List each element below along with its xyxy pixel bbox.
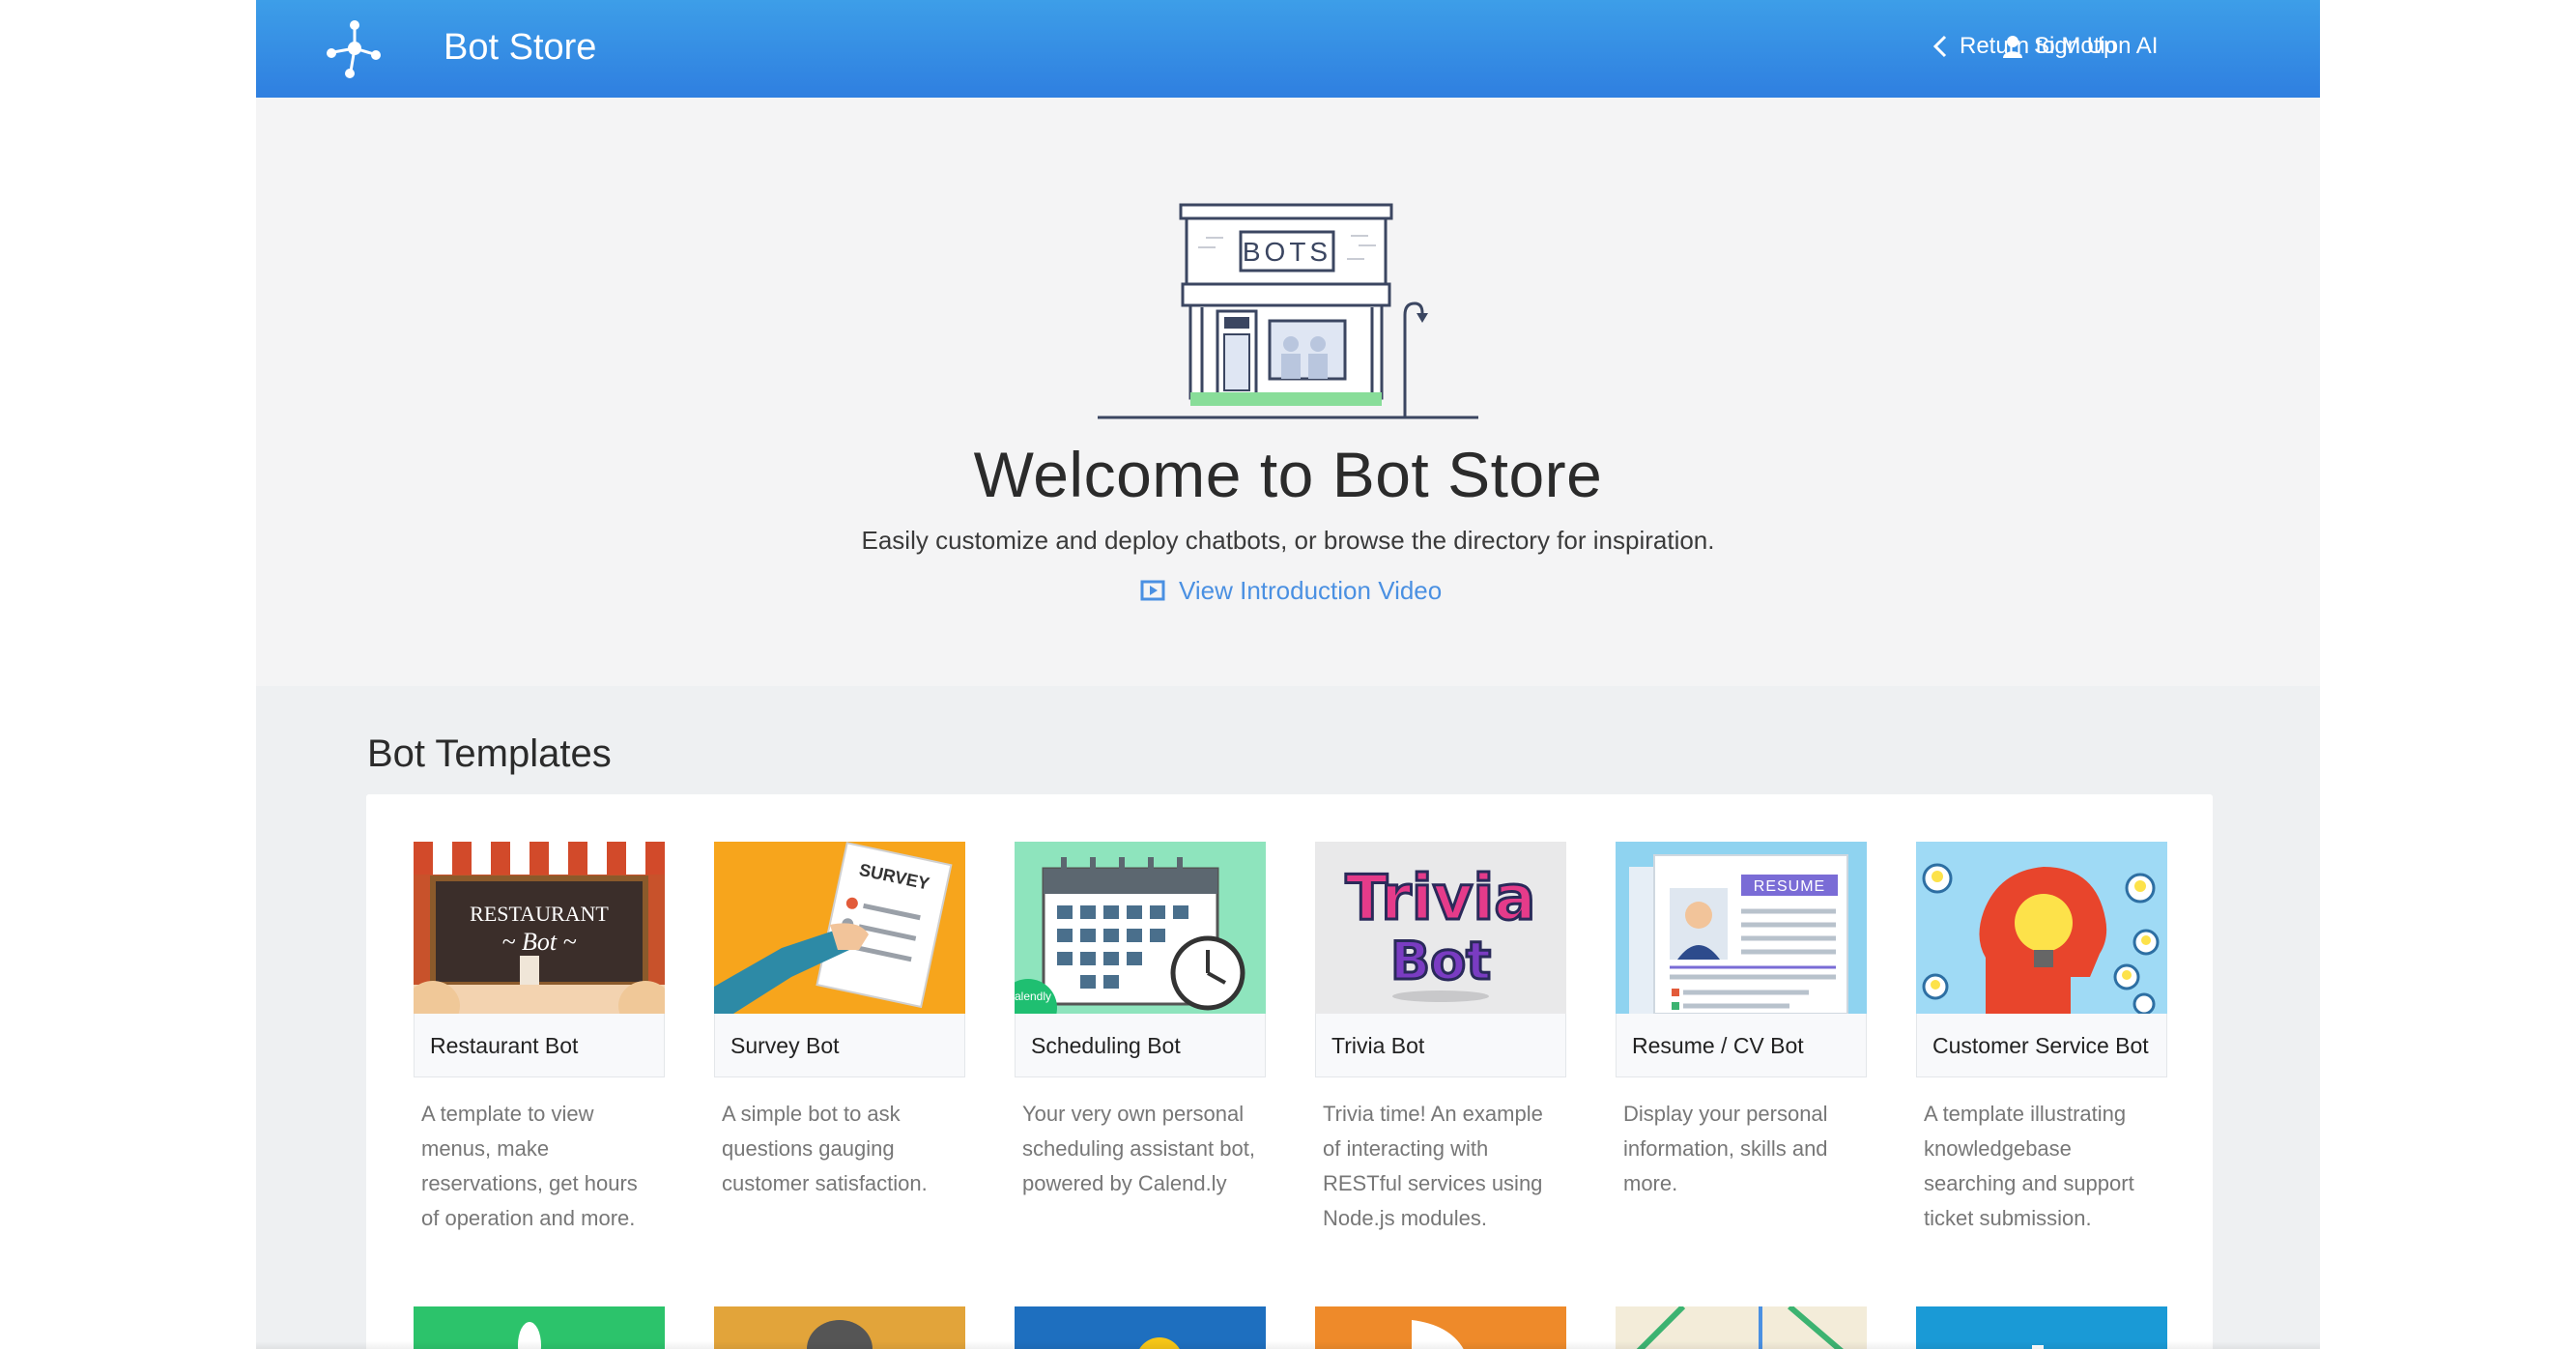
sign-up-link[interactable]: Sign Up bbox=[2003, 29, 2116, 64]
network-logo-icon[interactable] bbox=[322, 15, 387, 81]
trivia-bot-thumbnail[interactable]: Trivia Bot bbox=[1315, 842, 1566, 1014]
template-card-scheduling-bot[interactable]: calendly Scheduling Bot Your very own pe… bbox=[1015, 842, 1266, 1201]
survey-bot-title[interactable]: Survey Bot bbox=[714, 1014, 965, 1077]
bot-templates-panel: RESTAURANT ~ Bot ~ Restaurant Bot A temp… bbox=[366, 794, 2213, 1349]
trivia-art-line1: Trivia bbox=[1346, 863, 1536, 934]
customer-service-bot-art bbox=[1916, 842, 2167, 1014]
resume-bot-title[interactable]: Resume / CV Bot bbox=[1616, 1014, 1867, 1077]
storefront-illustration: BOTS bbox=[1098, 203, 1478, 419]
scheduling-bot-thumbnail[interactable]: calendly bbox=[1015, 842, 1266, 1014]
scheduling-bot-art: calendly bbox=[1015, 842, 1266, 1014]
intro-video-label: View Introduction Video bbox=[1179, 576, 1443, 605]
resume-bot-description: Display your personal information, skill… bbox=[1623, 1102, 1828, 1195]
restaurant-bot-description: A template to view menus, make reservati… bbox=[421, 1102, 638, 1230]
calendly-badge-text: calendly bbox=[1015, 990, 1051, 1003]
bot-templates-heading: Bot Templates bbox=[367, 732, 612, 775]
restaurant-art-line2: ~ Bot ~ bbox=[501, 928, 576, 956]
trivia-bot-title[interactable]: Trivia Bot bbox=[1315, 1014, 1566, 1077]
template-card-survey-bot[interactable]: SURVEY Survey Bot A simple bot to ask qu… bbox=[714, 842, 965, 1201]
resume-bot-thumbnail[interactable]: RESUME bbox=[1616, 842, 1867, 1014]
view-intro-video-link[interactable]: View Introduction Video bbox=[1140, 573, 1442, 608]
survey-bot-art: SURVEY bbox=[714, 842, 965, 1014]
store-sign-text: BOTS bbox=[1243, 237, 1331, 267]
scheduling-bot-title[interactable]: Scheduling Bot bbox=[1015, 1014, 1266, 1077]
bottom-shadow bbox=[256, 1341, 2320, 1349]
resume-bot-art: RESUME bbox=[1616, 842, 1867, 1014]
restaurant-bot-title[interactable]: Restaurant Bot bbox=[414, 1014, 665, 1077]
hero-section: BOTS Welcome to Bot Store Easily customi… bbox=[256, 98, 2320, 686]
template-card-trivia-bot[interactable]: Trivia Bot Trivia Bot Trivia time! An ex… bbox=[1315, 842, 1566, 1236]
survey-bot-description: A simple bot to ask questions gauging cu… bbox=[722, 1102, 928, 1195]
brand-title[interactable]: Bot Store bbox=[444, 23, 596, 72]
restaurant-art-line1: RESTAURANT bbox=[470, 902, 609, 926]
bot-store-app: Bot Store Return to Motion AI Sign Up BO… bbox=[256, 0, 2320, 1349]
trivia-art-line2: Bot bbox=[1390, 931, 1491, 991]
survey-bot-thumbnail[interactable]: SURVEY bbox=[714, 842, 965, 1014]
resume-art-label: RESUME bbox=[1754, 878, 1825, 895]
hero-title: Welcome to Bot Store bbox=[973, 439, 1603, 510]
sign-up-label: Sign Up bbox=[2034, 33, 2117, 59]
restaurant-bot-thumbnail[interactable]: RESTAURANT ~ Bot ~ bbox=[414, 842, 665, 1014]
user-icon bbox=[2003, 36, 2022, 58]
restaurant-bot-art: RESTAURANT ~ Bot ~ bbox=[414, 842, 665, 1014]
customer-service-bot-description: A template illustrating knowledgebase se… bbox=[1924, 1102, 2134, 1230]
template-card-customer-service-bot[interactable]: Customer Service Bot A template illustra… bbox=[1916, 842, 2167, 1236]
template-card-resume-cv-bot[interactable]: RESUME Resume / CV Bot Display your pers… bbox=[1616, 842, 1867, 1201]
chevron-left-icon bbox=[1932, 35, 1947, 58]
customer-service-bot-thumbnail[interactable] bbox=[1916, 842, 2167, 1014]
hero-subtitle: Easily customize and deploy chatbots, or… bbox=[861, 526, 1715, 555]
play-video-icon bbox=[1140, 580, 1165, 601]
customer-service-bot-title[interactable]: Customer Service Bot bbox=[1916, 1014, 2167, 1077]
scheduling-bot-description: Your very own personal scheduling assist… bbox=[1022, 1102, 1255, 1195]
trivia-bot-description: Trivia time! An example of interacting w… bbox=[1323, 1102, 1543, 1230]
template-card-restaurant-bot[interactable]: RESTAURANT ~ Bot ~ Restaurant Bot A temp… bbox=[414, 842, 665, 1236]
top-navigation-bar: Bot Store Return to Motion AI Sign Up bbox=[256, 0, 2320, 98]
trivia-bot-art: Trivia Bot bbox=[1315, 842, 1566, 1014]
